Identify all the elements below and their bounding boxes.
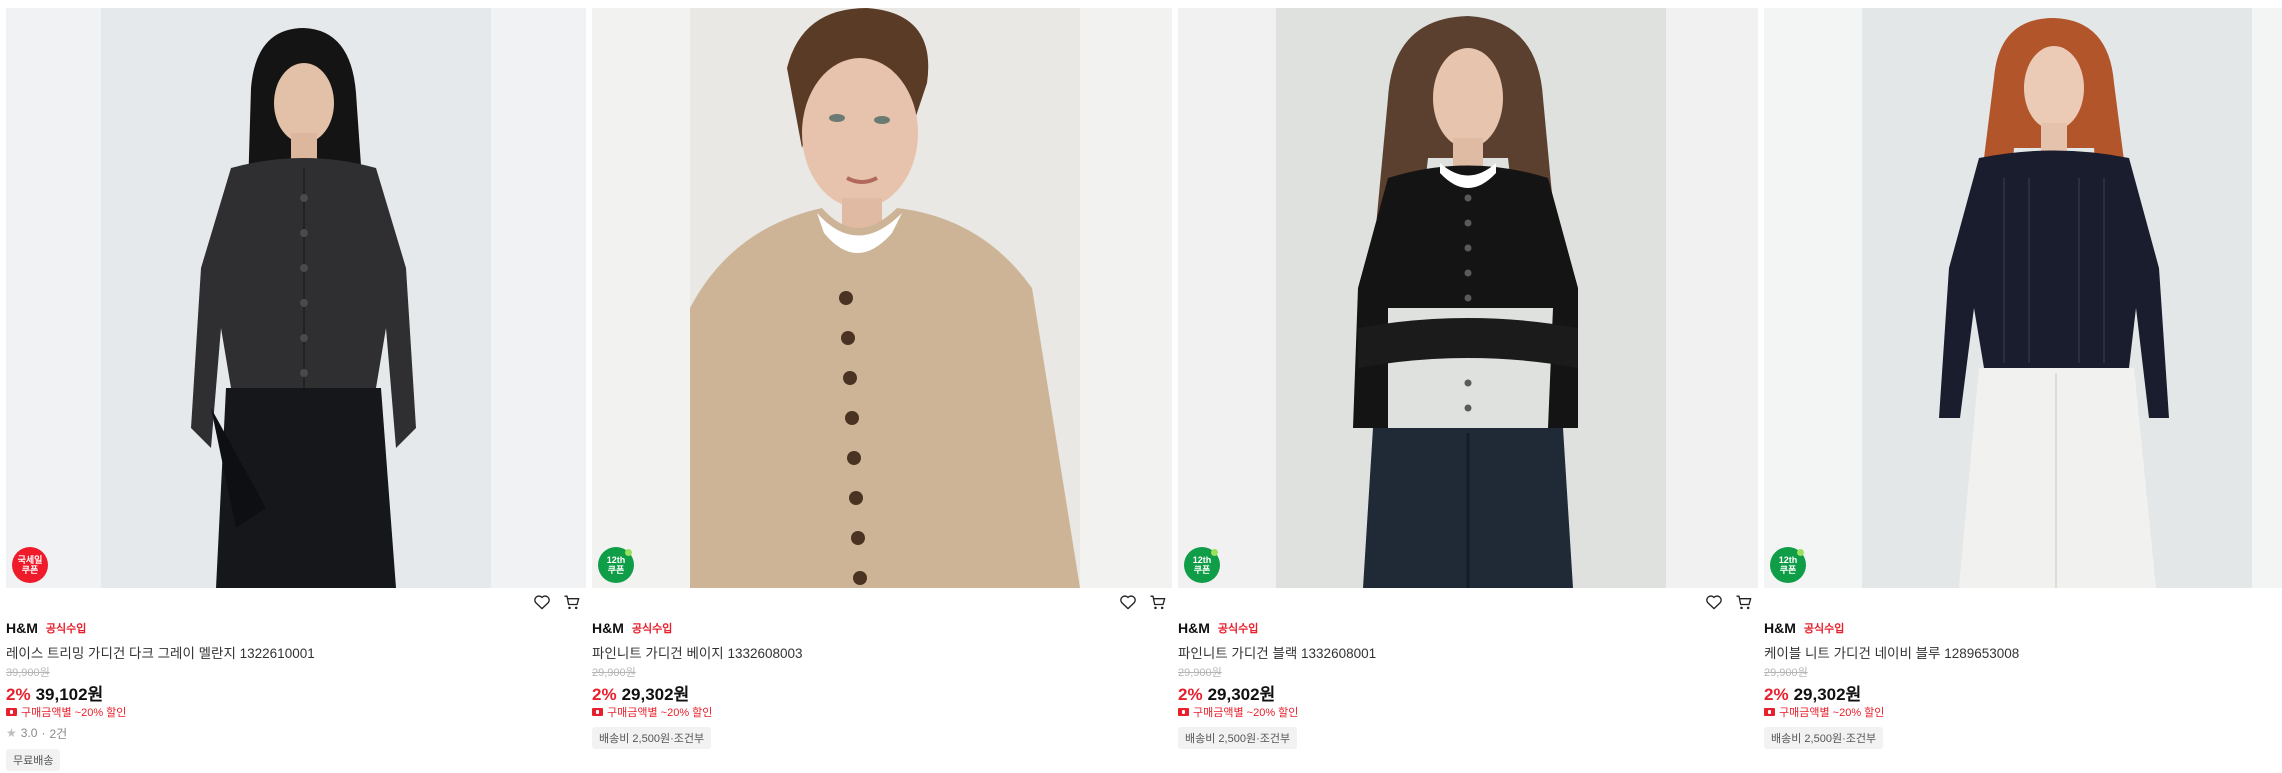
product-image[interactable]: 12th 쿠폰	[1178, 8, 1758, 588]
badge-line2: 쿠폰	[607, 565, 625, 575]
heart-icon[interactable]	[1704, 592, 1724, 612]
brand-name[interactable]: H&M	[1764, 620, 1796, 636]
star-icon: ★	[6, 726, 17, 740]
heart-icon[interactable]	[1118, 592, 1138, 612]
coupon-info: 구매금액별 ~20% 할인	[592, 704, 1172, 719]
discount-rate: 2%	[1178, 685, 1203, 704]
product-actions	[1118, 592, 1168, 612]
coupon-badge: 12th 쿠폰	[1770, 547, 1806, 583]
product-info: H&M 공식수입 케이블 니트 가디건 네이비 블루 1289653008 29…	[1764, 588, 2282, 749]
coupon-text: 구매금액별 ~20% 할인	[1779, 706, 1885, 719]
rating-separator: ·	[41, 726, 46, 740]
product-card[interactable]: 국세일 쿠폰 H&M 공식수입 레이스 트리밍 가디건 다크 그레이 멜란지 1…	[6, 8, 586, 771]
price-row: 2% 29,302원	[592, 680, 1172, 704]
brand-name[interactable]: H&M	[592, 620, 624, 636]
official-import-label: 공식수입	[1217, 623, 1259, 635]
price-row: 2% 29,302원	[1764, 680, 2282, 704]
sale-price: 29,302원	[1793, 685, 1862, 704]
product-card[interactable]: 12th 쿠폰 H&M 공식수입 케이블 니트 가디건 네이비 블루 12896…	[1764, 8, 2282, 749]
product-info: H&M 공식수입 파인니트 가디건 베이지 1332608003 29,900원…	[592, 588, 1172, 749]
brand-name[interactable]: H&M	[1178, 620, 1210, 636]
coupon-badge: 12th 쿠폰	[598, 547, 634, 583]
badge-line2: 쿠폰	[1193, 565, 1211, 575]
cart-icon[interactable]	[1734, 592, 1754, 612]
brand-name[interactable]: H&M	[6, 620, 38, 636]
coupon-text: 구매금액별 ~20% 할인	[607, 706, 713, 719]
product-info: H&M 공식수입 레이스 트리밍 가디건 다크 그레이 멜란지 13226100…	[6, 588, 586, 771]
coupon-icon	[1178, 707, 1189, 716]
badge-dot	[1211, 549, 1218, 556]
rating-row: ★ 3.0 · 2건	[6, 725, 586, 741]
badge-line1: 12th	[1778, 555, 1798, 565]
product-image[interactable]: 12th 쿠폰	[592, 8, 1172, 588]
sale-price: 29,302원	[621, 685, 690, 704]
product-grid: 국세일 쿠폰 H&M 공식수입 레이스 트리밍 가디건 다크 그레이 멜란지 1…	[0, 0, 2282, 773]
official-import-label: 공식수입	[631, 623, 673, 635]
product-info: H&M 공식수입 파인니트 가디건 블랙 1332608001 29,900원 …	[1178, 588, 1758, 749]
original-price: 29,900원	[1764, 667, 1808, 679]
original-price: 29,900원	[592, 667, 636, 679]
badge-line1: 12th	[606, 555, 626, 565]
cart-icon[interactable]	[562, 592, 582, 612]
coupon-badge: 12th 쿠폰	[1184, 547, 1220, 583]
product-name[interactable]: 케이블 니트 가디건 네이비 블루 1289653008	[1764, 642, 2282, 661]
original-price: 29,900원	[1178, 667, 1222, 679]
official-import-label: 공식수입	[1803, 623, 1845, 635]
coupon-icon	[1764, 707, 1775, 716]
coupon-text: 구매금액별 ~20% 할인	[1193, 706, 1299, 719]
badge-line2: 쿠폰	[21, 565, 39, 575]
product-photo	[592, 8, 1172, 588]
coupon-icon	[592, 707, 603, 716]
product-name[interactable]: 파인니트 가디건 블랙 1332608001	[1178, 642, 1758, 661]
product-photo	[1764, 8, 2282, 588]
badge-dot	[625, 549, 632, 556]
brand-row: H&M 공식수입	[592, 620, 1172, 636]
coupon-info: 구매금액별 ~20% 할인	[6, 704, 586, 719]
badge-line1: 국세일	[17, 555, 43, 565]
badge-dot	[1797, 549, 1804, 556]
shipping-chip: 배송비 2,500원·조건부	[1764, 727, 1884, 749]
product-name[interactable]: 레이스 트리밍 가디건 다크 그레이 멜란지 1322610001	[6, 642, 586, 661]
sale-price: 39,102원	[35, 685, 104, 704]
badge-line1: 12th	[1192, 555, 1212, 565]
product-image[interactable]: 12th 쿠폰	[1764, 8, 2282, 588]
heart-icon[interactable]	[532, 592, 552, 612]
brand-row: H&M 공식수입	[1178, 620, 1758, 636]
product-photo	[1178, 8, 1758, 588]
product-photo	[6, 8, 586, 588]
coupon-info: 구매금액별 ~20% 할인	[1764, 704, 2282, 719]
discount-rate: 2%	[592, 685, 617, 704]
product-card[interactable]: 12th 쿠폰 H&M 공식수입 파인니트 가디건 베이지 1332608003…	[592, 8, 1172, 749]
shipping-chip: 배송비 2,500원·조건부	[1178, 727, 1298, 749]
price-row: 2% 29,302원	[1178, 680, 1758, 704]
brand-row: H&M 공식수입	[6, 620, 586, 636]
cart-icon[interactable]	[1148, 592, 1168, 612]
shipping-chip: 무료배송	[6, 749, 61, 771]
discount-rate: 2%	[6, 685, 31, 704]
shipping-chip: 배송비 2,500원·조건부	[592, 727, 712, 749]
product-actions	[1704, 592, 1754, 612]
coupon-info: 구매금액별 ~20% 할인	[1178, 704, 1758, 719]
product-card[interactable]: 12th 쿠폰 H&M 공식수입 파인니트 가디건 블랙 1332608001 …	[1178, 8, 1758, 749]
price-row: 2% 39,102원	[6, 680, 586, 704]
rating-value: 3.0	[20, 726, 38, 740]
discount-rate: 2%	[1764, 685, 1789, 704]
review-count: 2건	[49, 726, 68, 741]
original-price: 39,900원	[6, 667, 50, 679]
coupon-badge: 국세일 쿠폰	[12, 547, 48, 583]
official-import-label: 공식수입	[45, 623, 87, 635]
coupon-text: 구매금액별 ~20% 할인	[21, 706, 127, 719]
product-actions	[532, 592, 582, 612]
badge-line2: 쿠폰	[1779, 565, 1797, 575]
brand-row: H&M 공식수입	[1764, 620, 2282, 636]
product-image[interactable]: 국세일 쿠폰	[6, 8, 586, 588]
coupon-icon	[6, 707, 17, 716]
sale-price: 29,302원	[1207, 685, 1276, 704]
product-name[interactable]: 파인니트 가디건 베이지 1332608003	[592, 642, 1172, 661]
